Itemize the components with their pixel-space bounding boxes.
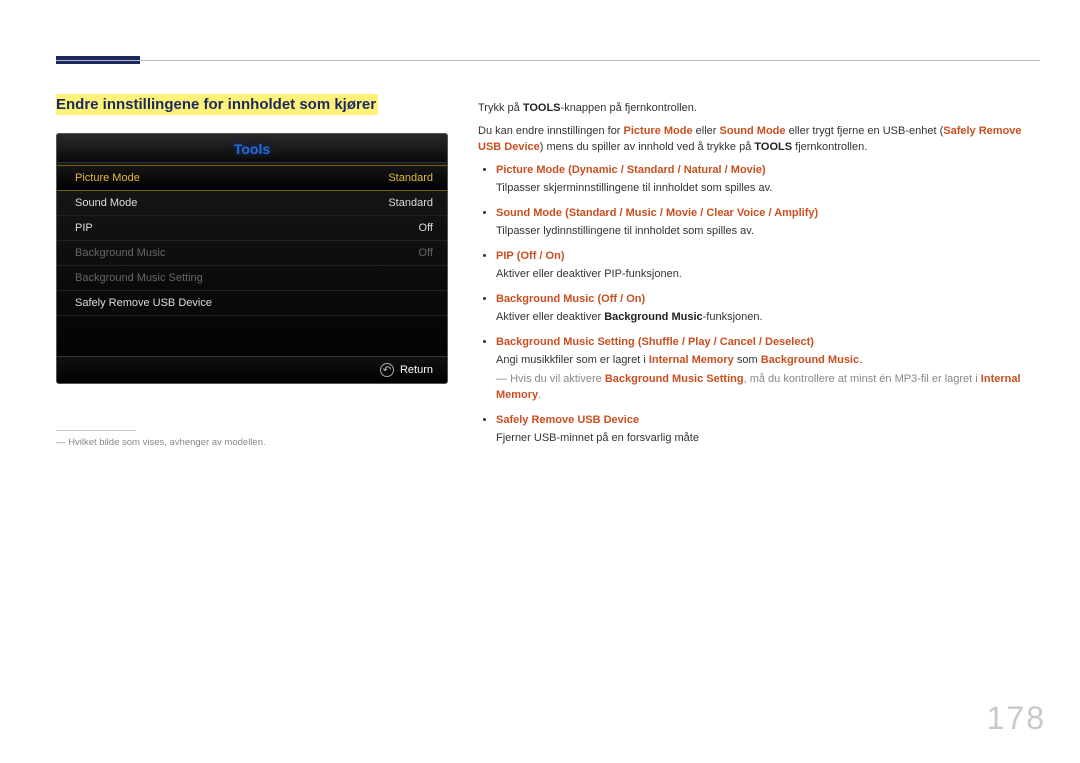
opt-background-music: Background Music (Off / On) Aktiver elle… [496, 291, 1030, 326]
menu-row-safely-remove-usb[interactable]: Safely Remove USB Device [57, 291, 447, 316]
menu-label: Background Music Setting [75, 272, 203, 284]
footnote-rule [56, 430, 136, 431]
body-text: Trykk på TOOLS-knappen på fjernkontrolle… [478, 100, 1030, 455]
menu-row-background-music: Background Music Off [57, 241, 447, 266]
bgms-note: Hvis du vil aktivere Background Music Se… [496, 371, 1030, 404]
page-number: 178 [987, 700, 1046, 737]
menu-label: Background Music [75, 247, 166, 259]
tools-menu-footer: ↶ Return [57, 356, 447, 383]
top-rule [56, 60, 1040, 61]
opt-safely-remove-usb: Safely Remove USB Device Fjerner USB-min… [496, 412, 1030, 447]
opt-pip: PIP (Off / On) Aktiver eller deaktiver P… [496, 248, 1030, 283]
menu-label: PIP [75, 222, 93, 234]
menu-value: Standard [388, 172, 433, 184]
menu-row-pip[interactable]: PIP Off [57, 216, 447, 241]
menu-row-sound-mode[interactable]: Sound Mode Standard [57, 191, 447, 216]
return-icon: ↶ [380, 363, 394, 377]
intro-line-2: Du kan endre innstillingen for Picture M… [478, 123, 1030, 156]
opt-sound-mode: Sound Mode (Standard / Music / Movie / C… [496, 205, 1030, 240]
intro-line-1: Trykk på TOOLS-knappen på fjernkontrolle… [478, 100, 1030, 117]
tools-menu-title: Tools [234, 141, 270, 157]
menu-row-picture-mode[interactable]: Picture Mode Standard [57, 165, 447, 191]
menu-value: Standard [388, 197, 433, 209]
menu-value: Off [419, 222, 433, 234]
opt-background-music-setting: Background Music Setting (Shuffle / Play… [496, 334, 1030, 404]
menu-label: Picture Mode [75, 172, 140, 184]
menu-label: Sound Mode [75, 197, 137, 209]
menu-value: Off [419, 247, 433, 259]
tools-menu-titlebar: Tools [57, 134, 447, 163]
tools-menu-list: Picture Mode Standard Sound Mode Standar… [57, 163, 447, 356]
return-label: Return [400, 364, 433, 376]
menu-label: Safely Remove USB Device [75, 297, 212, 309]
menu-blank-area [57, 316, 447, 356]
menu-row-background-music-setting: Background Music Setting [57, 266, 447, 291]
footnote-text: Hvilket bilde som vises, avhenger av mod… [56, 437, 452, 448]
section-heading: Endre innstillingene for innholdet som k… [56, 94, 378, 115]
opt-picture-mode: Picture Mode (Dynamic / Standard / Natur… [496, 162, 1030, 197]
tools-menu-screenshot: Tools Picture Mode Standard Sound Mode S… [56, 133, 448, 384]
